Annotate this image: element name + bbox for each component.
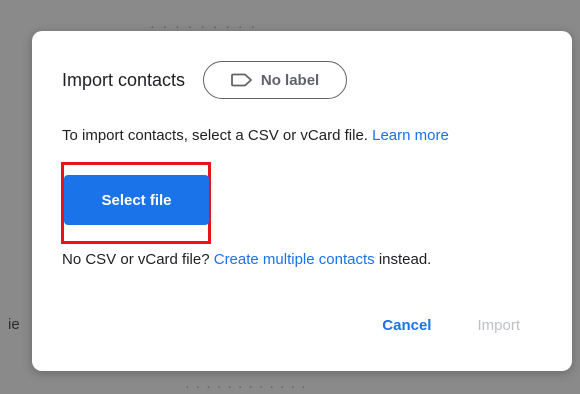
learn-more-link[interactable]: Learn more xyxy=(372,127,449,144)
dialog-footer: Cancel Import xyxy=(382,317,520,334)
dialog-header: Import contacts No label xyxy=(62,61,348,99)
alternative-line: No CSV or vCard file? Create multiple co… xyxy=(62,251,431,268)
select-file-button[interactable]: Select file xyxy=(64,175,209,225)
background-text-left: ie xyxy=(8,316,20,333)
import-button[interactable]: Import xyxy=(477,317,520,334)
create-multiple-contacts-link[interactable]: Create multiple contacts xyxy=(214,251,375,268)
cancel-button[interactable]: Cancel xyxy=(382,317,431,334)
description-text: To import contacts, select a CSV or vCar… xyxy=(62,127,368,144)
dialog-title: Import contacts xyxy=(62,69,186,90)
label-chip[interactable]: No label xyxy=(203,61,348,99)
label-icon xyxy=(230,73,253,87)
import-contacts-dialog: Import contacts No label To import conta… xyxy=(32,31,572,371)
alt-suffix-text: instead. xyxy=(378,251,432,268)
import-description: To import contacts, select a CSV or vCar… xyxy=(62,127,449,144)
label-chip-text: No label xyxy=(260,71,320,89)
alt-prefix-text: No CSV or vCard file? xyxy=(62,251,210,268)
